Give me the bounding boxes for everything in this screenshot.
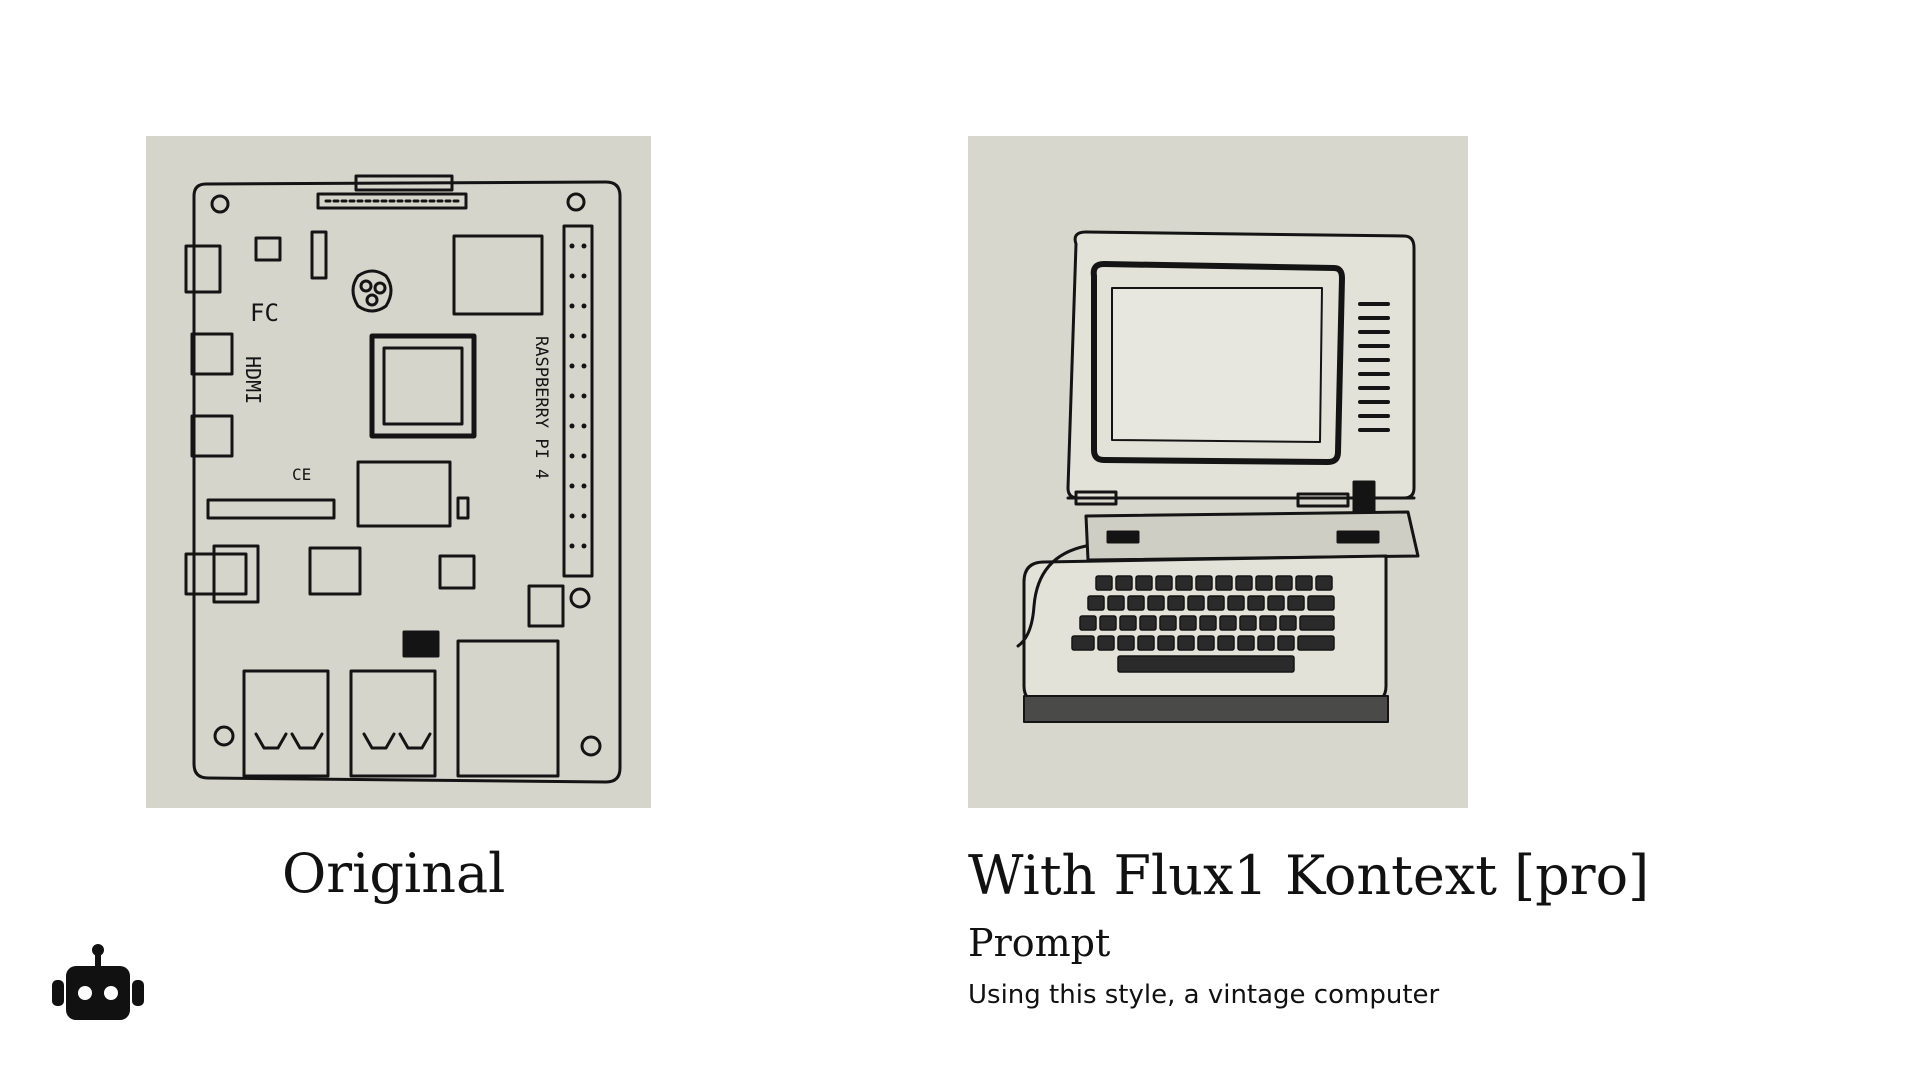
vintage-computer-sketch-icon — [1016, 230, 1420, 723]
robot-icon — [50, 944, 146, 1022]
board-mark-fc: FC — [250, 299, 279, 327]
prompt-heading: Prompt — [968, 921, 1111, 965]
edited-image — [968, 136, 1468, 808]
board-label: RASPBERRY PI 4 — [531, 336, 551, 479]
robot-logo-svg — [52, 944, 144, 1020]
board-mark-hdmi: HDMI — [241, 356, 265, 404]
board-mark-ce: CE — [292, 465, 311, 484]
edited-caption: With Flux1 Kontext [pro] — [968, 844, 1650, 907]
original-image: RASPBERRY PI 4 FC HDMI CE — [146, 136, 651, 808]
prompt-text: Using this style, a vintage computer — [968, 980, 1440, 1010]
original-caption: Original — [282, 842, 506, 905]
raspberry-pi-sketch-icon: RASPBERRY PI 4 FC HDMI CE — [184, 174, 622, 784]
slide: RASPBERRY PI 4 FC HDMI CE Original With … — [0, 0, 1920, 1080]
